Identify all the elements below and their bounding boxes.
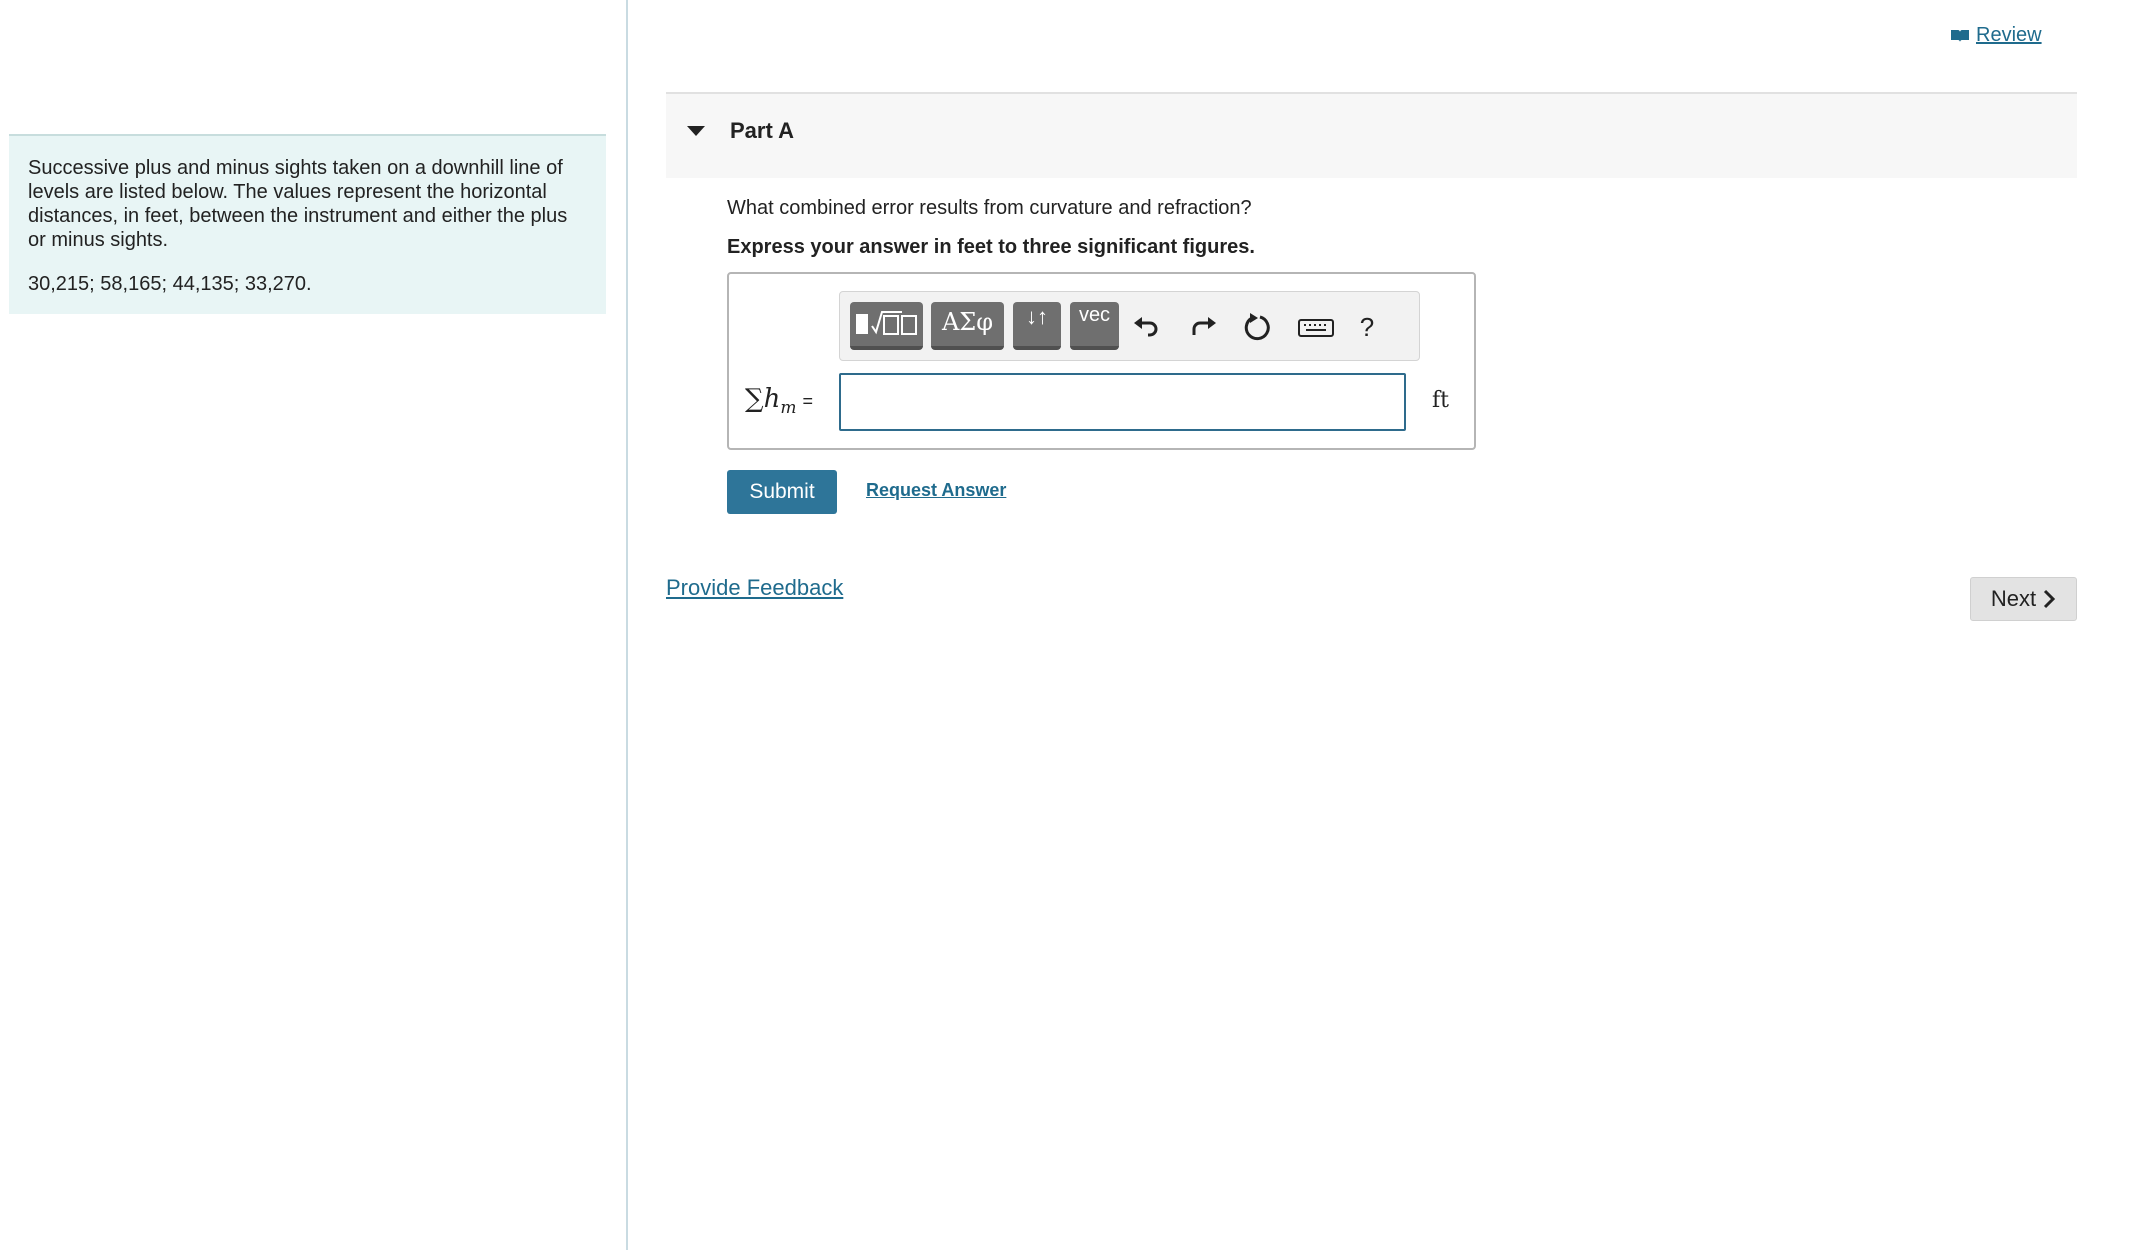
problem-values: 30,215; 58,165; 44,135; 33,270. (28, 273, 312, 295)
problem-description: Successive plus and minus sights taken o… (28, 157, 568, 251)
answer-variable: h (763, 384, 781, 414)
next-label: Next (1990, 586, 2037, 611)
submit-button[interactable]: Submit (727, 470, 837, 514)
sigma-symbol: ∑ (745, 384, 764, 414)
request-answer-link[interactable]: Request Answer (866, 480, 1006, 501)
caret-down-icon[interactable] (687, 126, 705, 136)
next-button[interactable]: Next (1970, 577, 2077, 621)
panel-divider (626, 0, 628, 1250)
answer-label: ∑hm = (745, 384, 813, 418)
answer-box: ΑΣφ ↓↑ vec ? ∑hm = ft (727, 272, 1476, 450)
equals-sign: = (802, 391, 813, 411)
reset-icon[interactable] (1240, 310, 1274, 344)
answer-subscript: m (780, 398, 797, 419)
vector-button[interactable]: vec (1070, 302, 1119, 350)
greek-symbols-button[interactable]: ΑΣφ (931, 302, 1004, 350)
review-label: Review (1976, 24, 2042, 46)
question-text: What combined error results from curvatu… (727, 197, 1252, 219)
chevron-right-icon (2044, 589, 2056, 609)
provide-feedback-link[interactable]: Provide Feedback (666, 575, 843, 601)
math-toolbar: ΑΣφ ↓↑ vec ? (839, 291, 1420, 361)
unit-label: ft (1432, 388, 1449, 413)
part-a-header[interactable]: Part A (666, 92, 2077, 178)
keyboard-icon[interactable] (1296, 310, 1334, 344)
part-title: Part A (730, 118, 794, 143)
templates-icon (856, 311, 917, 335)
templates-button[interactable] (850, 302, 923, 350)
instruction-text: Express your answer in feet to three sig… (727, 236, 1255, 258)
answer-input[interactable] (839, 373, 1406, 431)
help-icon[interactable]: ? (1350, 310, 1384, 344)
redo-icon[interactable] (1186, 310, 1220, 344)
book-icon (1951, 29, 1969, 42)
review-link[interactable]: Review (1950, 24, 2042, 47)
arrows-button[interactable]: ↓↑ (1013, 302, 1061, 350)
undo-icon[interactable] (1130, 310, 1164, 344)
problem-statement-panel: Successive plus and minus sights taken o… (9, 134, 606, 314)
